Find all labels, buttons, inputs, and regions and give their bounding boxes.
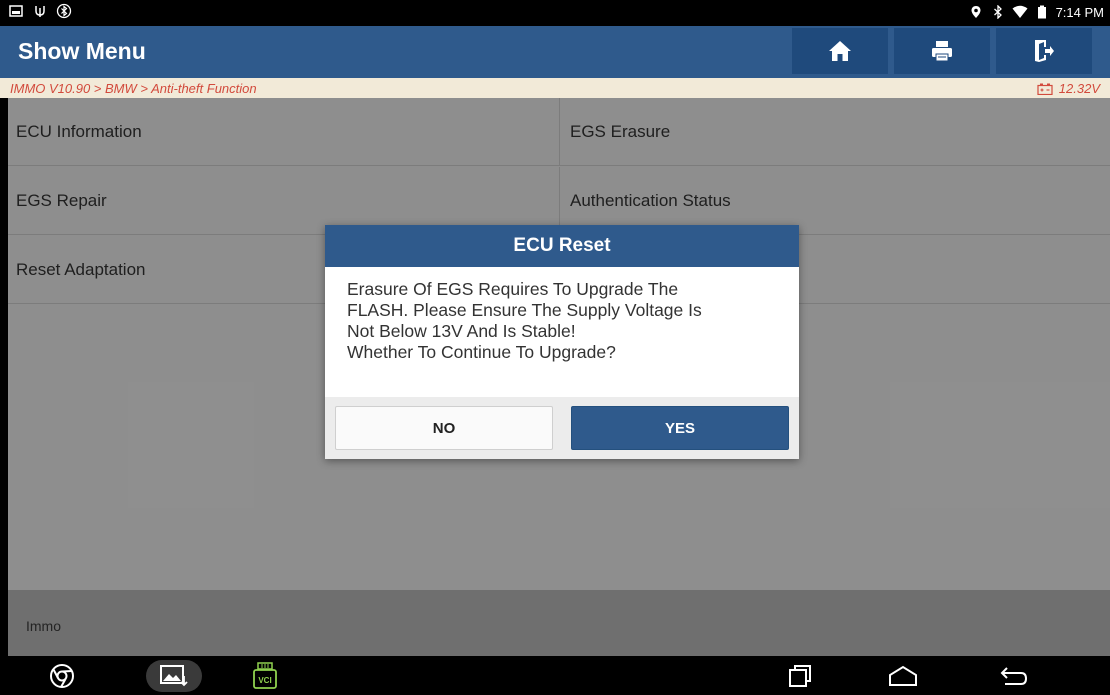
yes-button[interactable]: YES — [571, 406, 789, 450]
breadcrumb: IMMO V10.90 > BMW > Anti-theft Function … — [0, 78, 1110, 98]
image-download-icon — [160, 665, 188, 687]
home-outline-icon — [889, 665, 917, 686]
voltage-value: 12.32V — [1058, 81, 1100, 96]
navigation-bar: VCI — [0, 656, 1110, 695]
vci-icon: VCI — [253, 662, 277, 689]
location-icon — [968, 4, 984, 20]
usb-debug-icon — [32, 3, 48, 19]
gallery-notification-icon — [8, 3, 24, 19]
recent-apps-button[interactable] — [783, 660, 817, 692]
ecu-reset-dialog: ECU Reset Erasure Of EGS Requires To Upg… — [325, 225, 799, 459]
gallery-app-button[interactable] — [146, 660, 202, 692]
print-button[interactable] — [894, 28, 990, 74]
bluetooth-circle-icon — [56, 3, 72, 19]
bluetooth-icon — [990, 4, 1006, 20]
recent-apps-icon — [789, 665, 811, 687]
dialog-title: ECU Reset — [325, 225, 799, 267]
dialog-footer: NO YES — [325, 397, 799, 459]
dialog-message: Erasure Of EGS Requires To Upgrade The F… — [347, 279, 702, 362]
home-button[interactable] — [792, 28, 888, 74]
vci-label: VCI — [258, 676, 271, 685]
printer-icon — [932, 41, 952, 62]
back-nav-button[interactable] — [997, 660, 1031, 692]
vci-app-button[interactable]: VCI — [248, 660, 282, 692]
wifi-icon — [1012, 4, 1028, 20]
exit-button[interactable] — [996, 28, 1092, 74]
no-button[interactable]: NO — [335, 406, 553, 450]
exit-door-icon — [1035, 40, 1054, 62]
chrome-app-button[interactable] — [45, 660, 79, 692]
chrome-icon — [50, 664, 74, 688]
car-battery-icon — [1037, 83, 1053, 95]
home-nav-button[interactable] — [886, 660, 920, 692]
home-icon — [829, 41, 851, 61]
status-time: 7:14 PM — [1055, 4, 1104, 20]
battery-icon — [1034, 4, 1050, 20]
breadcrumb-path: IMMO V10.90 > BMW > Anti-theft Function — [10, 81, 257, 96]
status-notifications — [8, 3, 72, 19]
page-title: Show Menu — [18, 38, 146, 64]
battery-voltage: 12.32V — [1037, 81, 1100, 96]
status-bar: 7:14 PM — [0, 0, 1110, 26]
title-bar: Show Menu — [0, 26, 1110, 78]
dialog-body: Erasure Of EGS Requires To Upgrade The F… — [325, 267, 799, 397]
status-system: 7:14 PM — [968, 4, 1104, 20]
back-arrow-icon — [1000, 667, 1028, 685]
